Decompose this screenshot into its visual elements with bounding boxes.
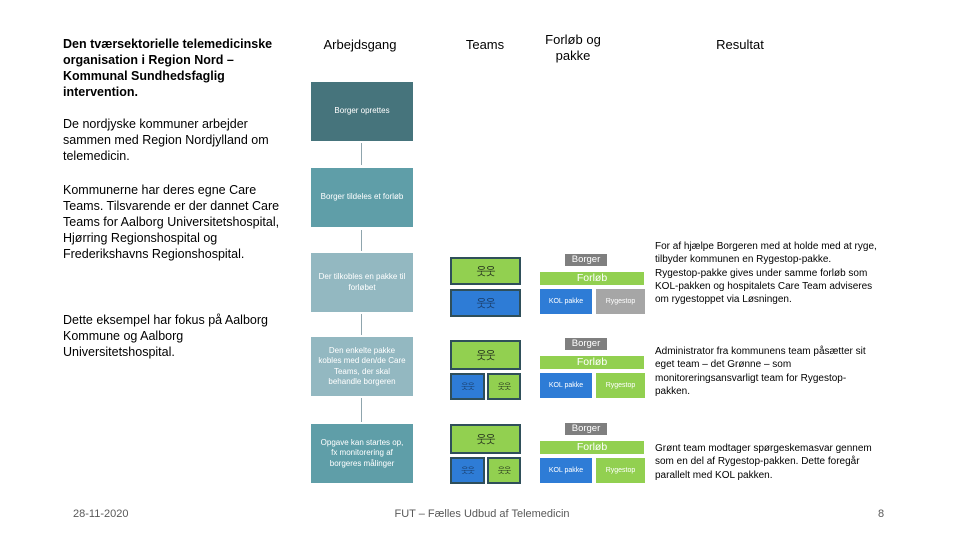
column-header-course: Forløb og pakke xyxy=(545,32,601,63)
workflow-step-label: Opgave kan startes op, fx monitorering a… xyxy=(320,437,404,468)
people-icon: 웃웃 xyxy=(497,466,512,475)
workflow-connector xyxy=(361,230,362,251)
workflow-step-attach-package: Der tilkobles en pakke til forløbet xyxy=(311,253,413,312)
workflow-step-link-care-teams: Den enkelte pakke kobles med den/de Care… xyxy=(311,337,413,396)
kol-package: KOL pakke xyxy=(540,289,592,314)
citizen-tag: Borger xyxy=(565,254,607,266)
footer-title: FUT – Fælles Udbud af Telemedicin xyxy=(394,508,570,520)
people-icon: 웃웃 xyxy=(497,382,512,391)
workflow-step-label: Der tilkobles en pakke til forløbet xyxy=(318,272,406,292)
citizen-tag: Borger xyxy=(565,338,607,350)
kol-package: KOL pakke xyxy=(540,373,592,398)
team-green: 웃웃 xyxy=(450,340,521,370)
kol-package: KOL pakke xyxy=(540,458,592,483)
workflow-step-label: Borger oprettes xyxy=(334,106,390,116)
team-green-small: 웃웃 xyxy=(487,373,521,400)
care-teams-paragraph: Kommunerne har deres egne Care Teams. Ti… xyxy=(63,183,280,261)
result-text-3: Grønt team modtager spørgeskemasvar genn… xyxy=(655,443,872,481)
citizen-tag: Borger xyxy=(565,423,607,435)
team-blue: 웃웃 xyxy=(450,289,521,317)
workflow-step-assign-course: Borger tildeles et forløb xyxy=(311,168,413,227)
column-header-workflow: Arbejdsgang xyxy=(323,37,397,52)
workflow-step-start-task: Opgave kan startes op, fx monitorering a… xyxy=(311,424,413,483)
workflow-step-label: Den enkelte pakke kobles med den/de Care… xyxy=(318,345,406,387)
result-text-2: Administrator fra kommunens team påsætte… xyxy=(655,346,866,397)
course-bar: Forløb xyxy=(540,272,644,285)
result-text-1: For af hjælpe Borgeren med at holde med … xyxy=(655,241,877,306)
workflow-connector xyxy=(361,143,362,165)
column-header-teams: Teams xyxy=(465,37,505,52)
smoking-cessation-package: Rygestop xyxy=(596,289,645,314)
focus-paragraph: Dette eksempel har fokus på Aalborg Komm… xyxy=(63,313,268,359)
smoking-cessation-package: Rygestop xyxy=(596,373,645,398)
people-icon: 웃웃 xyxy=(461,466,475,475)
workflow-connector xyxy=(361,314,362,335)
team-blue-small: 웃웃 xyxy=(450,457,485,484)
people-icon: 웃웃 xyxy=(476,434,495,446)
footer-date: 28-11-2020 xyxy=(73,508,129,520)
team-green: 웃웃 xyxy=(450,424,521,454)
people-icon: 웃웃 xyxy=(476,350,495,362)
team-green-small: 웃웃 xyxy=(487,457,521,484)
people-icon: 웃웃 xyxy=(461,382,475,391)
slide-title: Den tværsektorielle telemedicinske organ… xyxy=(63,37,273,99)
workflow-step-create-citizen: Borger oprettes xyxy=(311,82,413,141)
intro-paragraph: De nordjyske kommuner arbejder sammen me… xyxy=(63,117,269,163)
smoking-cessation-package: Rygestop xyxy=(596,458,645,483)
course-bar: Forløb xyxy=(540,356,644,369)
course-bar: Forløb xyxy=(540,441,644,454)
workflow-step-label: Borger tildeles et forløb xyxy=(320,192,404,202)
team-green: 웃웃 xyxy=(450,257,521,285)
workflow-connector xyxy=(361,398,362,422)
people-icon: 웃웃 xyxy=(476,298,495,310)
people-icon: 웃웃 xyxy=(476,266,495,278)
column-header-result: Resultat xyxy=(716,37,764,52)
team-blue-small: 웃웃 xyxy=(450,373,485,400)
page-number: 8 xyxy=(878,508,885,520)
